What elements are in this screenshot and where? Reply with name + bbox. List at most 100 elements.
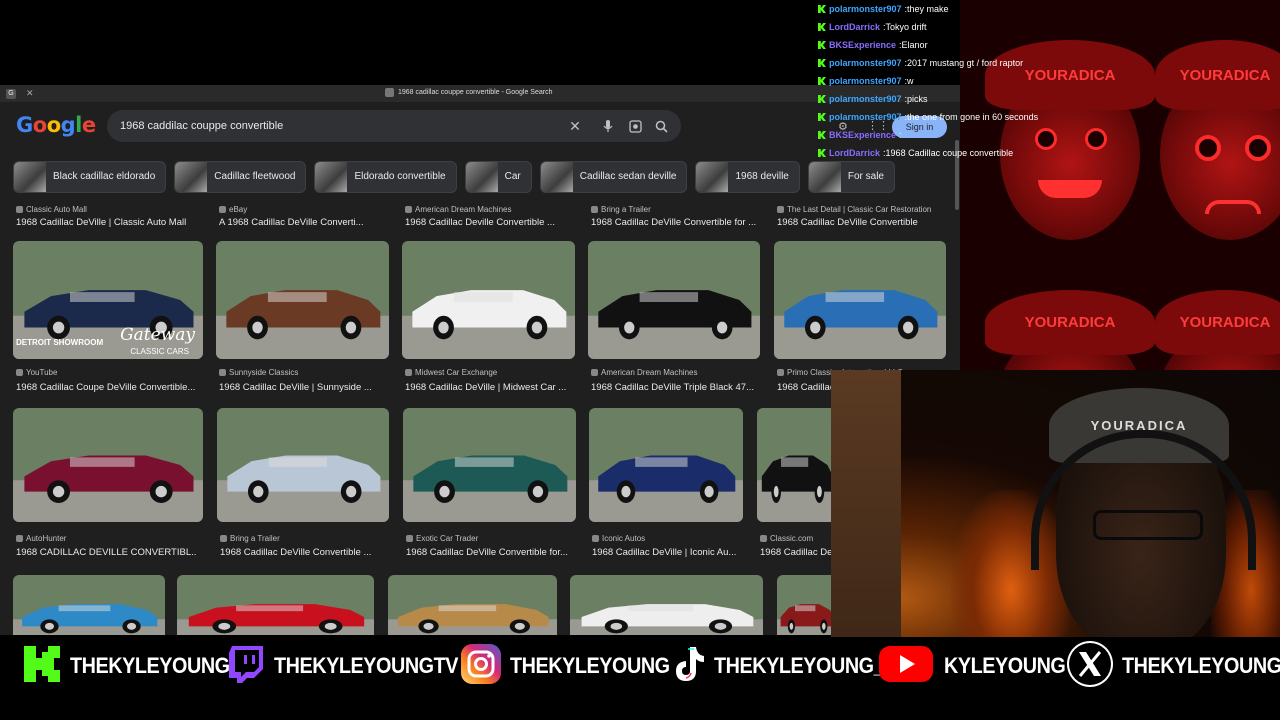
- result-source[interactable]: Bring a Trailer: [591, 205, 651, 214]
- chip[interactable]: Car: [464, 160, 532, 193]
- chip[interactable]: For sale: [807, 160, 895, 193]
- result-image[interactable]: [757, 408, 837, 522]
- result-source[interactable]: Midwest Car Exchange: [405, 368, 497, 377]
- result-image[interactable]: [217, 408, 389, 522]
- result-source[interactable]: Iconic Autos: [592, 534, 645, 543]
- chip[interactable]: Black cadillac eldorado: [13, 160, 167, 193]
- result-title[interactable]: 1968 Cadillac De: [760, 547, 832, 558]
- social-handle-label: THEKYLEYOUNG: [1122, 653, 1280, 678]
- site-favicon-icon: [777, 206, 784, 213]
- image-results-grid: Classic Auto Mall 1968 Cadillac DeVille |…: [0, 204, 960, 635]
- result-image[interactable]: [589, 408, 743, 522]
- search-icon[interactable]: [653, 118, 669, 134]
- result-title[interactable]: 1968 CADILLAC DEVILLE CONVERTIBL...: [16, 547, 196, 558]
- chip-label: Black cadillac eldorado: [53, 171, 156, 182]
- social-handle-label: KYLEYOUNG: [944, 653, 1066, 678]
- result-image[interactable]: DETROIT SHOWROOM Gateway CLASSIC CARS: [13, 241, 203, 359]
- result-source[interactable]: The Last Detail | Classic Car Restoratio…: [777, 205, 931, 214]
- result-source[interactable]: Classic.com: [760, 534, 813, 543]
- result-title[interactable]: A 1968 Cadillac DeVille Converti...: [219, 217, 364, 228]
- kick-badge-icon: [818, 23, 826, 31]
- result-source[interactable]: American Dream Machines: [405, 205, 511, 214]
- chip-label: 1968 deville: [735, 171, 789, 182]
- chat-username: LordDarrick: [829, 148, 881, 158]
- result-image[interactable]: [777, 575, 837, 635]
- site-favicon-icon: [405, 206, 412, 213]
- result-image[interactable]: [403, 408, 576, 522]
- result-source[interactable]: Classic Auto Mall: [16, 205, 87, 214]
- stream-scene: YOURADICA YOURADICA YOURADICA YOURADICA …: [0, 0, 1280, 720]
- window-titlebar: G ✕ 1968 cadillac couppe convertible - G…: [0, 85, 960, 102]
- chat-message: polarmonster907: 2017 mustang gt / ford …: [818, 54, 1118, 72]
- social-handle-label: THEKYLEYOUNG: [70, 653, 230, 678]
- search-box[interactable]: ✕: [107, 110, 681, 142]
- app-icon: G: [6, 88, 16, 99]
- result-source[interactable]: Sunnyside Classics: [219, 368, 298, 377]
- search-input[interactable]: [120, 120, 550, 132]
- chat-username: polarmonster907: [829, 112, 902, 122]
- result-image[interactable]: [388, 575, 557, 635]
- result-image[interactable]: [177, 575, 374, 635]
- chip[interactable]: Cadillac sedan deville: [539, 160, 688, 193]
- result-source-text: The Last Detail | Classic Car Restoratio…: [787, 205, 932, 214]
- result-title[interactable]: 1968 Cadillac DeVille | Iconic Au...: [592, 547, 736, 558]
- result-title[interactable]: 1968 Cadillac: [777, 382, 832, 393]
- close-icon[interactable]: ✕: [26, 88, 34, 99]
- site-favicon-icon: [592, 535, 599, 542]
- result-image[interactable]: [216, 241, 389, 359]
- social-handle: THEKYLEYOUNGTV: [226, 637, 478, 695]
- result-source[interactable]: YouTube: [16, 368, 57, 377]
- chat-message: LordDarrick: Tokyo drift: [818, 18, 1118, 36]
- chat-username: BKSExperience: [829, 130, 897, 140]
- result-source-text: Sunnyside Classics: [229, 368, 299, 377]
- result-source-text: Bring a Trailer: [230, 534, 280, 543]
- chat-message: polarmonster907: picks: [818, 90, 1118, 108]
- chip[interactable]: Eldorado convertible: [314, 160, 457, 193]
- chip-thumbnail: [175, 161, 208, 192]
- site-favicon-icon: [16, 535, 23, 542]
- chat-text: Elanor: [901, 40, 928, 50]
- result-title[interactable]: 1968 Cadillac DeVille | Classic Auto Mal…: [16, 217, 186, 228]
- result-title[interactable]: 1968 Cadillac DeVille Convertible: [777, 217, 918, 228]
- result-image[interactable]: [13, 408, 203, 522]
- instagram-icon: [460, 643, 502, 690]
- result-title[interactable]: 1968 Cadillac Deville Convertible ...: [405, 217, 555, 228]
- result-image[interactable]: [570, 575, 763, 635]
- site-favicon-icon: [219, 369, 226, 376]
- camera-lens-icon[interactable]: [627, 118, 643, 134]
- clear-icon[interactable]: ✕: [567, 118, 583, 134]
- site-favicon-icon: [219, 206, 226, 213]
- result-title[interactable]: 1968 Cadillac DeVille Convertible for...: [406, 547, 568, 558]
- google-logo[interactable]: Google: [16, 113, 96, 137]
- result-image[interactable]: [588, 241, 760, 359]
- result-title[interactable]: 1968 Cadillac Coupe DeVille Convertible.…: [16, 382, 195, 393]
- chat-text: 2017 mustang gt / ford raptor: [907, 58, 1024, 68]
- chip-thumbnail: [465, 161, 498, 192]
- result-source[interactable]: American Dream Machines: [591, 368, 697, 377]
- chip[interactable]: 1968 deville: [695, 160, 800, 193]
- chip[interactable]: Cadillac fleetwood: [174, 160, 307, 193]
- result-source[interactable]: eBay: [219, 205, 247, 214]
- result-title[interactable]: 1968 Cadillac DeVille | Sunnyside ...: [219, 382, 372, 393]
- result-title[interactable]: 1968 Cadillac DeVille Convertible ...: [220, 547, 371, 558]
- result-image[interactable]: [774, 241, 946, 359]
- social-handle: THEKYLEYOUNG: [1066, 637, 1280, 695]
- result-source-text: Midwest Car Exchange: [415, 368, 498, 377]
- result-title[interactable]: 1968 Cadillac DeVille | Midwest Car ...: [405, 382, 566, 393]
- chip-thumbnail: [540, 161, 573, 192]
- result-source[interactable]: Bring a Trailer: [220, 534, 280, 543]
- microphone-icon[interactable]: [600, 118, 616, 134]
- chat-overlay: polarmonster907: they make LordDarrick: T…: [818, 0, 1118, 162]
- result-image[interactable]: [13, 575, 165, 635]
- result-source[interactable]: AutoHunter: [16, 534, 66, 543]
- result-title[interactable]: 1968 Cadillac DeVille Convertible for ..…: [591, 217, 756, 228]
- result-source-text: American Dream Machines: [601, 368, 698, 377]
- result-source[interactable]: Exotic Car Trader: [406, 534, 478, 543]
- youtube-icon: [878, 644, 934, 689]
- chat-message: BKSExperience:: [818, 126, 1118, 144]
- social-handle-label: THEKYLEYOUNG: [510, 653, 670, 678]
- result-title[interactable]: 1968 Cadillac DeVille Triple Black 47...: [591, 382, 754, 393]
- social-handle: KYLEYOUNG: [878, 637, 1079, 695]
- social-handle: THEKYLEYOUNG: [22, 637, 247, 695]
- result-image[interactable]: [402, 241, 575, 359]
